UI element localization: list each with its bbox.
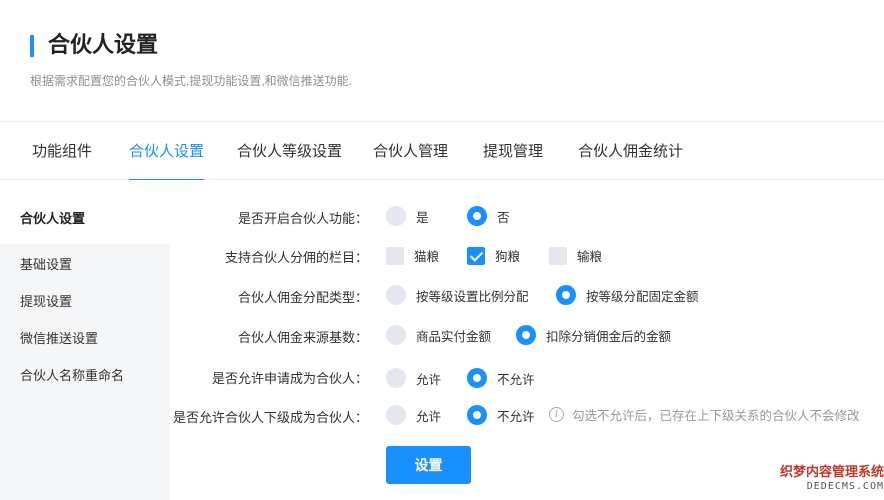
radio-enable-no[interactable]: 否 — [467, 206, 510, 226]
radio-checked-icon — [467, 206, 487, 226]
option-label: 输粮 — [577, 250, 603, 264]
row-label-commission-type: 合伙人佣金分配类型： — [237, 290, 368, 305]
radio-subordinate-allow[interactable]: 允许 — [386, 405, 441, 425]
checkbox-unchecked-icon — [549, 246, 567, 265]
radio-fixed-by-level[interactable]: 按等级分配固定金额 — [556, 285, 699, 305]
row-label-allow-apply: 是否允许申请成为合伙人： — [211, 371, 368, 386]
option-label: 狗粮 — [495, 250, 521, 264]
sidebar-heading: 合伙人设置 — [0, 180, 170, 244]
radio-subordinate-disallow[interactable]: 不允许 — [467, 405, 535, 425]
sidebar: 合伙人设置 基础设置 提现设置 微信推送设置 合伙人名称重命名 — [0, 180, 170, 500]
option-label: 是 — [416, 210, 429, 225]
option-label: 扣除分销佣金后的金额 — [546, 329, 672, 344]
checkbox-third-food[interactable]: 输粮 — [549, 246, 602, 265]
sidebar-item-wechat-push[interactable]: 微信推送设置 — [20, 328, 98, 347]
radio-after-distribution[interactable]: 扣除分销佣金后的金额 — [516, 325, 671, 345]
option-label: 不允许 — [497, 409, 535, 424]
radio-unchecked-icon — [386, 285, 406, 305]
tab-components[interactable]: 功能组件 — [32, 142, 92, 162]
row-label-enable: 是否开启合伙人功能： — [237, 211, 368, 226]
radio-checked-icon — [467, 405, 487, 425]
radio-actual-paid[interactable]: 商品实付金额 — [386, 325, 491, 345]
sidebar-item-rename[interactable]: 合伙人名称重命名 — [20, 365, 124, 384]
row-label-columns: 支持合伙人分佣的栏目： — [224, 250, 368, 265]
option-label: 否 — [497, 210, 510, 225]
watermark-logo: 织梦内容管理系统 DEDECMS.COM — [772, 464, 884, 500]
radio-unchecked-icon — [386, 206, 406, 226]
radio-apply-disallow[interactable]: 不允许 — [467, 368, 535, 388]
tab-bar: 功能组件 合伙人设置 合伙人等级设置 合伙人管理 提现管理 合伙人佣金统计 — [0, 121, 884, 181]
option-label: 商品实付金额 — [416, 329, 492, 344]
tab-partner-levels[interactable]: 合伙人等级设置 — [237, 142, 342, 162]
radio-checked-icon — [556, 285, 576, 305]
page-header: 合伙人设置 根据需求配置您的合伙人模式,提现功能设置,和微信推送功能. — [0, 0, 884, 121]
sidebar-heading-label: 合伙人设置 — [20, 211, 86, 226]
option-label: 允许 — [416, 372, 442, 387]
watermark-line1: 织梦内容管理系统 — [779, 464, 884, 479]
info-icon: i — [549, 407, 564, 422]
radio-apply-allow[interactable]: 允许 — [386, 368, 441, 388]
checkbox-dog-food[interactable]: 狗粮 — [467, 246, 520, 265]
page-subtitle: 根据需求配置您的合伙人模式,提现功能设置,和微信推送功能. — [30, 74, 353, 88]
option-label: 猫粮 — [414, 250, 440, 264]
radio-checked-icon — [516, 325, 536, 345]
row-label-allow-subordinate: 是否允许合伙人下级成为合伙人： — [172, 410, 368, 425]
checkbox-unchecked-icon — [386, 246, 404, 265]
radio-unchecked-icon — [386, 368, 406, 388]
hint-text: 勾选不允许后，已存在上下级关系的合伙人不会修改 — [572, 409, 860, 423]
tab-withdraw-management[interactable]: 提现管理 — [483, 142, 543, 162]
radio-ratio-by-level[interactable]: 按等级设置比例分配 — [386, 285, 529, 305]
submit-settings-button[interactable]: 设置 — [386, 446, 471, 484]
radio-unchecked-icon — [386, 405, 406, 425]
option-label: 允许 — [416, 409, 442, 424]
subordinate-hint: i 勾选不允许后，已存在上下级关系的合伙人不会修改 — [549, 405, 860, 424]
tab-partner-settings[interactable]: 合伙人设置 — [129, 142, 205, 181]
row-label-commission-base: 合伙人佣金来源基数： — [237, 330, 368, 345]
checkbox-checked-icon — [467, 246, 485, 265]
sidebar-item-basic[interactable]: 基础设置 — [20, 254, 72, 273]
option-label: 按等级分配固定金额 — [586, 289, 699, 304]
page-title: 合伙人设置 — [48, 32, 159, 57]
radio-enable-yes[interactable]: 是 — [386, 206, 429, 226]
radio-unchecked-icon — [386, 325, 406, 345]
tab-partner-management[interactable]: 合伙人管理 — [373, 142, 448, 162]
checkbox-cat-food[interactable]: 猫粮 — [386, 246, 439, 265]
title-accent-bar — [30, 35, 34, 57]
sidebar-item-withdraw[interactable]: 提现设置 — [20, 291, 72, 310]
radio-checked-icon — [467, 368, 487, 388]
option-label: 不允许 — [497, 372, 535, 387]
tab-commission-stats[interactable]: 合伙人佣金统计 — [578, 142, 683, 162]
watermark-line2: DEDECMS.COM — [806, 481, 884, 492]
option-label: 按等级设置比例分配 — [416, 289, 529, 304]
